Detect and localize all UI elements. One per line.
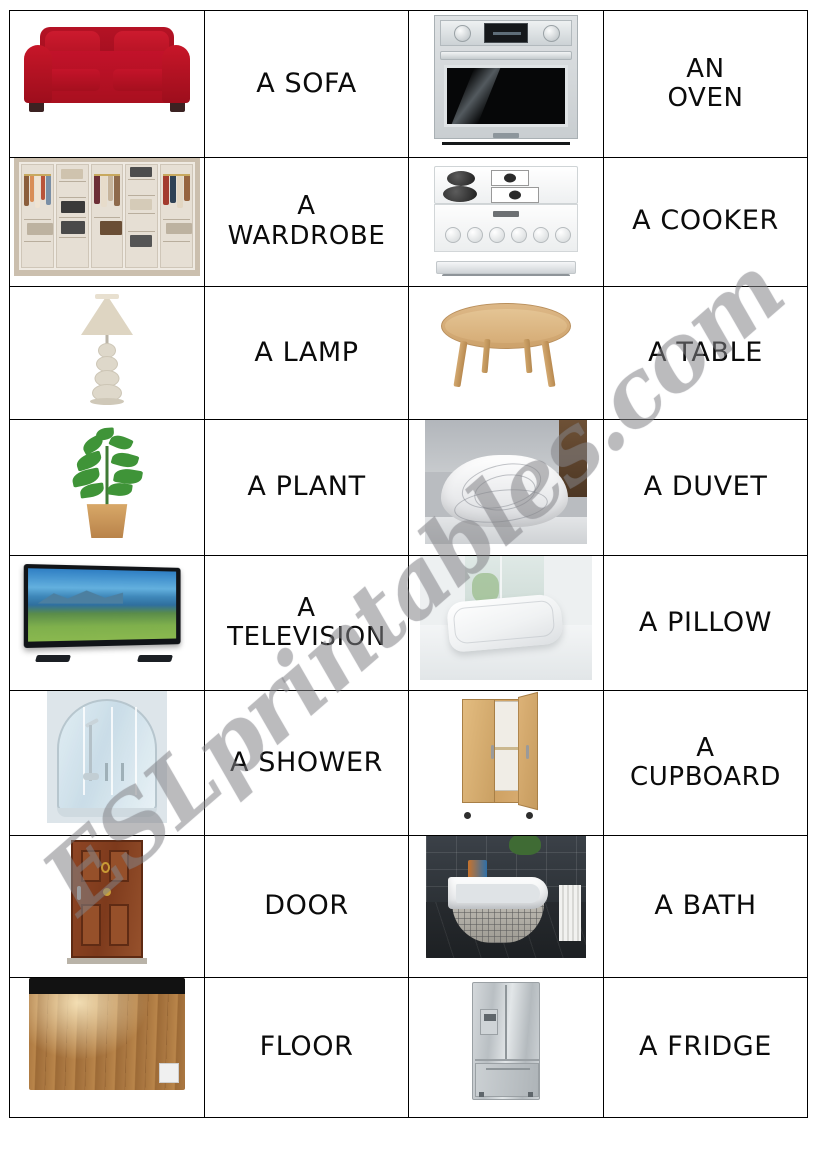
folded-duvet-photo	[425, 420, 587, 545]
word-cell-oven[interactable]: AN OVEN	[603, 10, 808, 158]
table-row: A LAMP A TABLE	[9, 285, 808, 421]
table-row: A TELEVISION A PILLOW	[9, 554, 808, 692]
bathtub-photo	[426, 836, 586, 958]
word-cell-cooker[interactable]: A COOKER	[603, 156, 808, 287]
red-sofa-photo	[18, 11, 196, 131]
shower-cubicle-photo	[47, 691, 167, 824]
word-cell-shower[interactable]: A SHOWER	[204, 690, 409, 836]
picture-cell-fridge[interactable]	[408, 976, 604, 1119]
wardrobe-closet-photo	[14, 158, 200, 276]
picture-cell-shower[interactable]	[9, 690, 205, 836]
table-row: A SHOWER A CUPBOARD	[9, 690, 808, 836]
picture-cell-plant[interactable]	[9, 419, 205, 556]
word-cell-wardrobe[interactable]: A WARDROBE	[204, 156, 409, 287]
picture-cell-television[interactable]	[9, 554, 205, 692]
word-cell-floor[interactable]: FLOOR	[204, 976, 409, 1119]
picture-cell-wardrobe[interactable]	[9, 156, 205, 287]
table-row: A PLANT A DUVET	[9, 419, 808, 556]
fridge-freezer-photo	[458, 978, 554, 1106]
picture-cell-table[interactable]	[408, 285, 604, 421]
word-cell-lamp[interactable]: A LAMP	[204, 285, 409, 421]
flatscreen-tv-photo	[18, 556, 196, 672]
picture-cell-pillow[interactable]	[408, 554, 604, 692]
wooden-door-photo	[61, 836, 153, 966]
picture-cell-oven[interactable]	[408, 10, 604, 158]
potted-plant-photo	[52, 420, 162, 545]
picture-cell-lamp[interactable]	[9, 285, 205, 421]
word-cell-table[interactable]: A TABLE	[603, 285, 808, 421]
white-pillow-photo	[420, 556, 592, 680]
word-cell-door[interactable]: DOOR	[204, 834, 409, 978]
wooden-cupboard-photo	[448, 691, 564, 824]
word-cell-pillow[interactable]: A PILLOW	[603, 554, 808, 692]
picture-cell-bath[interactable]	[408, 834, 604, 978]
picture-cell-floor[interactable]	[9, 976, 205, 1119]
wood-floor-photo	[29, 978, 185, 1090]
word-cell-plant[interactable]: A PLANT	[204, 419, 409, 556]
word-cell-sofa[interactable]: A SOFA	[204, 10, 409, 158]
table-row: A SOFA AN OVEN	[9, 10, 808, 158]
word-cell-cupboard[interactable]: A CUPBOARD	[603, 690, 808, 836]
picture-cell-door[interactable]	[9, 834, 205, 978]
picture-cell-duvet[interactable]	[408, 419, 604, 556]
picture-cell-cupboard[interactable]	[408, 690, 604, 836]
picture-cell-sofa[interactable]	[9, 10, 205, 158]
word-cell-bath[interactable]: A BATH	[603, 834, 808, 978]
word-cell-duvet[interactable]: A DUVET	[603, 419, 808, 556]
round-table-photo	[431, 287, 581, 397]
picture-cell-cooker[interactable]	[408, 156, 604, 287]
white-cooker-photo	[426, 158, 586, 276]
table-row: A WARDROBE A COOKER	[9, 156, 808, 287]
table-row: FLOOR A FRIDGE	[9, 976, 808, 1119]
table-lamp-photo	[52, 287, 162, 409]
word-cell-television[interactable]: A TELEVISION	[204, 554, 409, 692]
table-row: DOOR A BATH	[9, 834, 808, 978]
vocabulary-cards-table: A SOFA AN OVEN A WARDROBE A COOKER A LAM…	[9, 10, 808, 1119]
wall-oven-photo	[428, 11, 584, 145]
word-cell-fridge[interactable]: A FRIDGE	[603, 976, 808, 1119]
